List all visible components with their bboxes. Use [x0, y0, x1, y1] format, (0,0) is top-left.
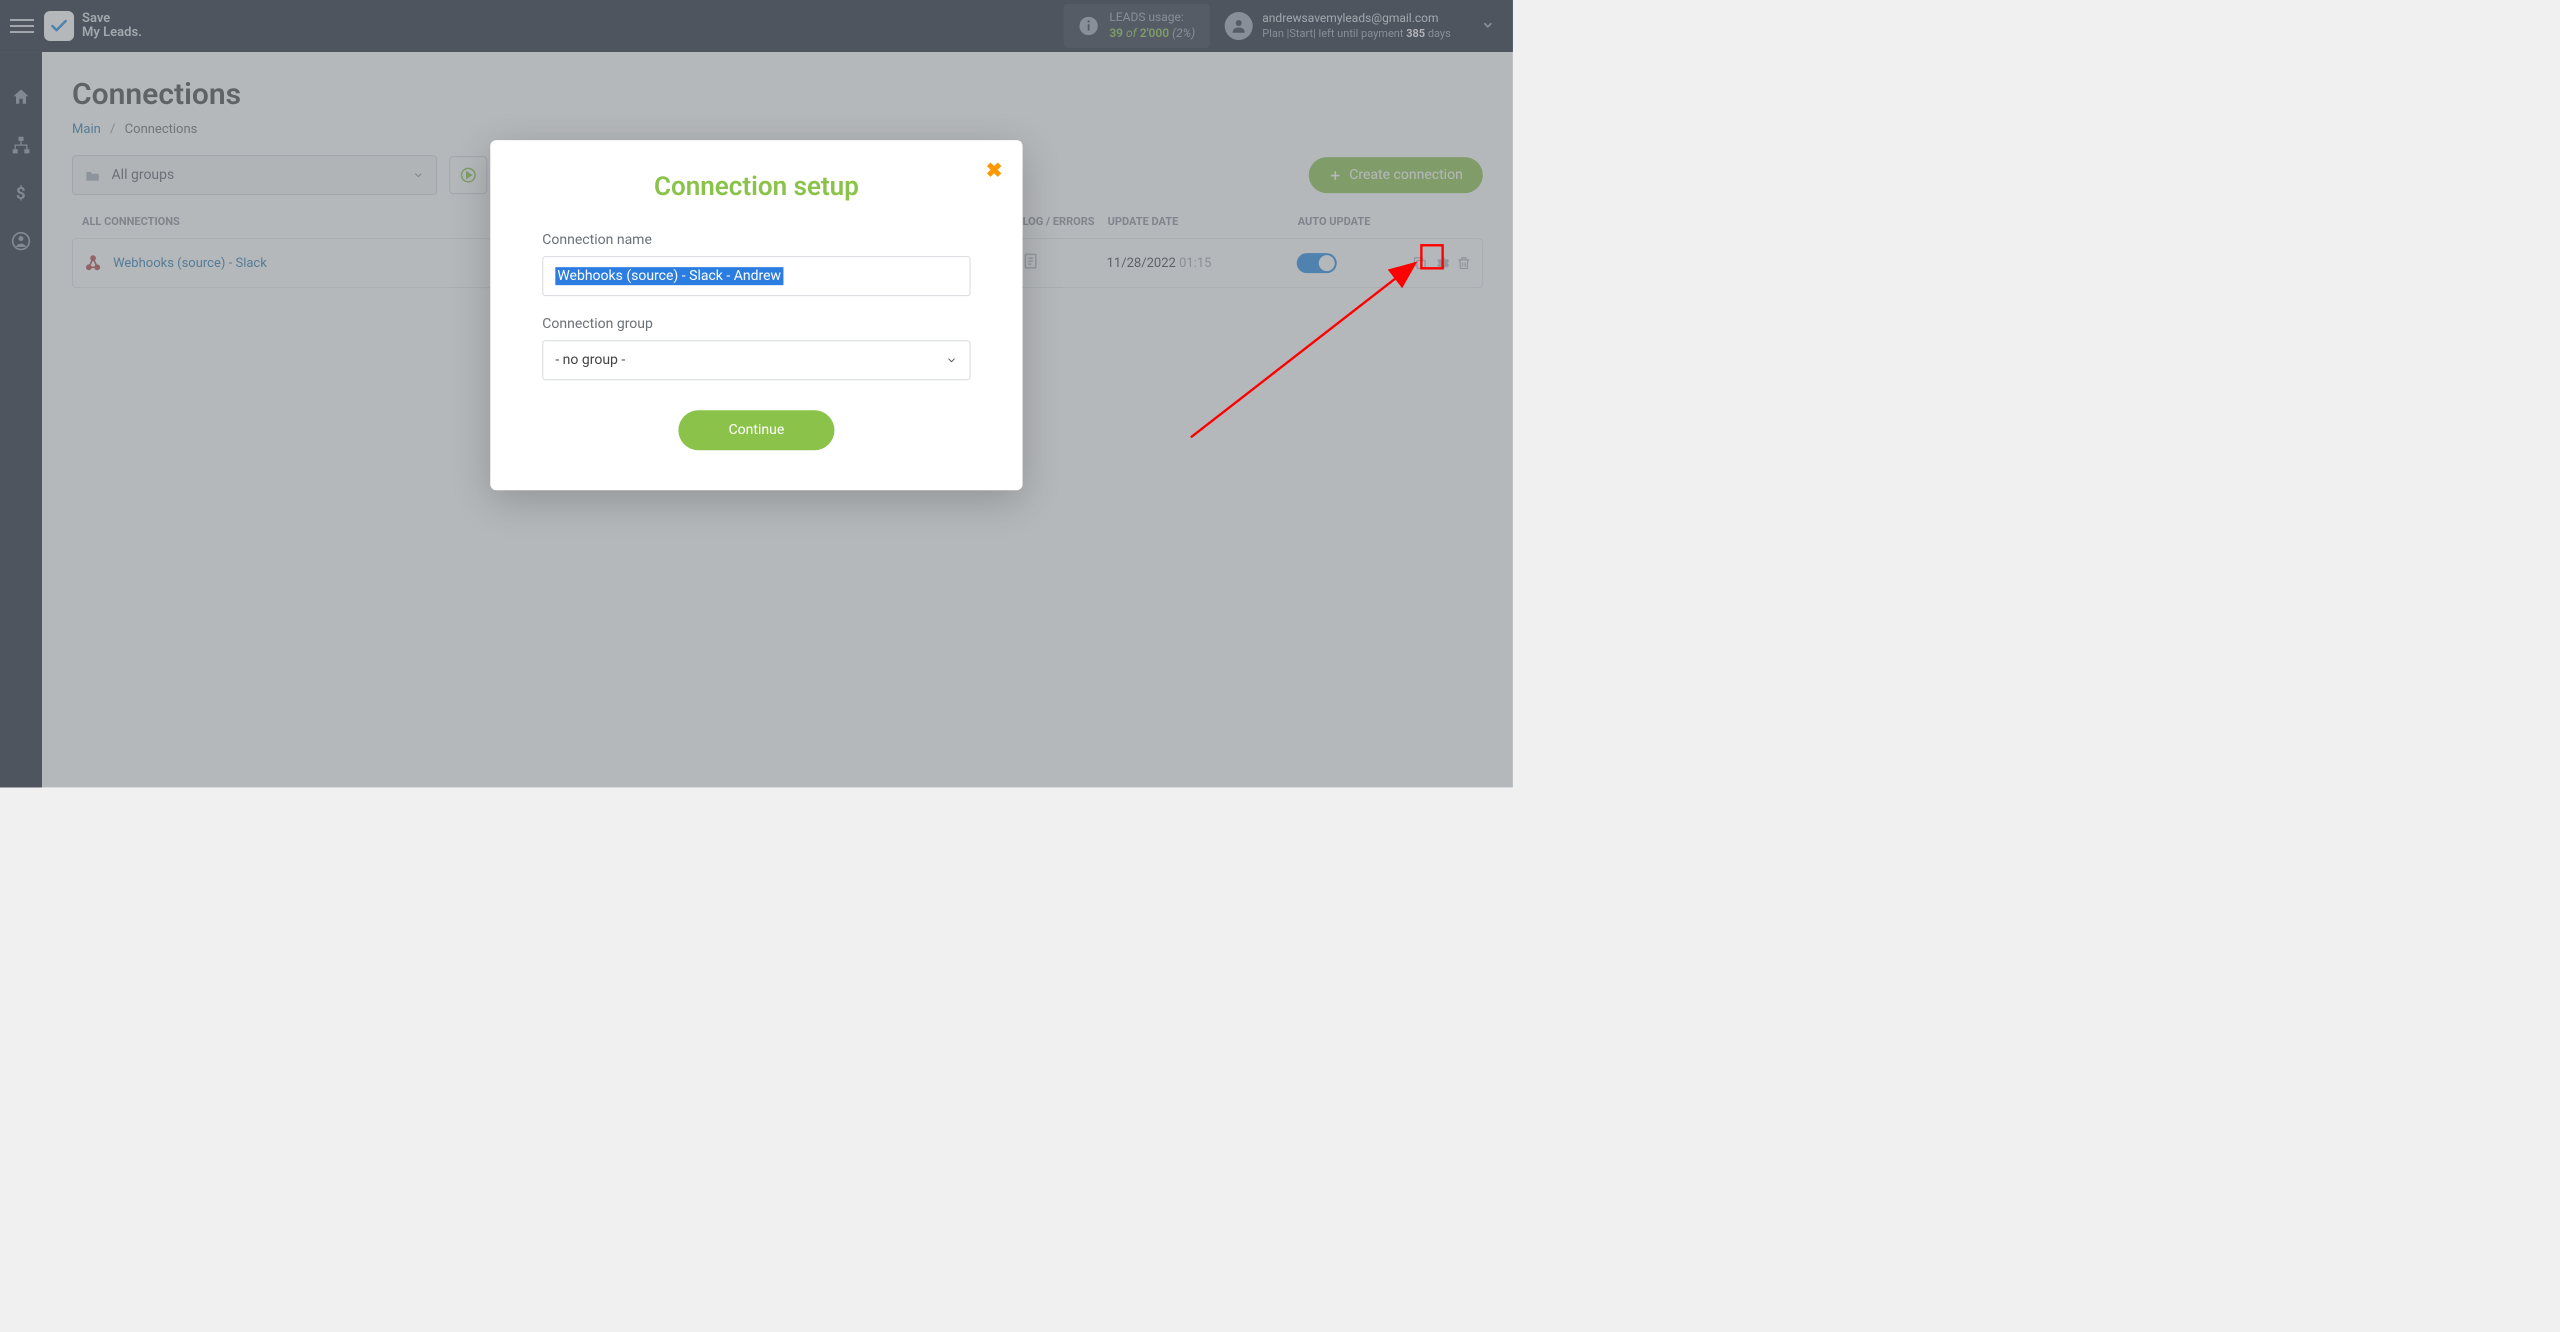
chevron-down-icon: [946, 354, 958, 366]
connection-setup-modal: ✖ Connection setup Connection name Webho…: [490, 140, 1022, 490]
continue-button[interactable]: Continue: [679, 410, 835, 450]
modal-title: Connection setup: [542, 172, 970, 202]
close-icon[interactable]: ✖: [986, 158, 1003, 182]
group-label: Connection group: [542, 316, 970, 332]
modal-overlay[interactable]: ✖ Connection setup Connection name Webho…: [0, 0, 1513, 787]
connection-group-select[interactable]: - no group -: [542, 340, 970, 380]
name-label: Connection name: [542, 232, 970, 248]
connection-name-input[interactable]: Webhooks (source) - Slack - Andrew: [542, 256, 970, 296]
